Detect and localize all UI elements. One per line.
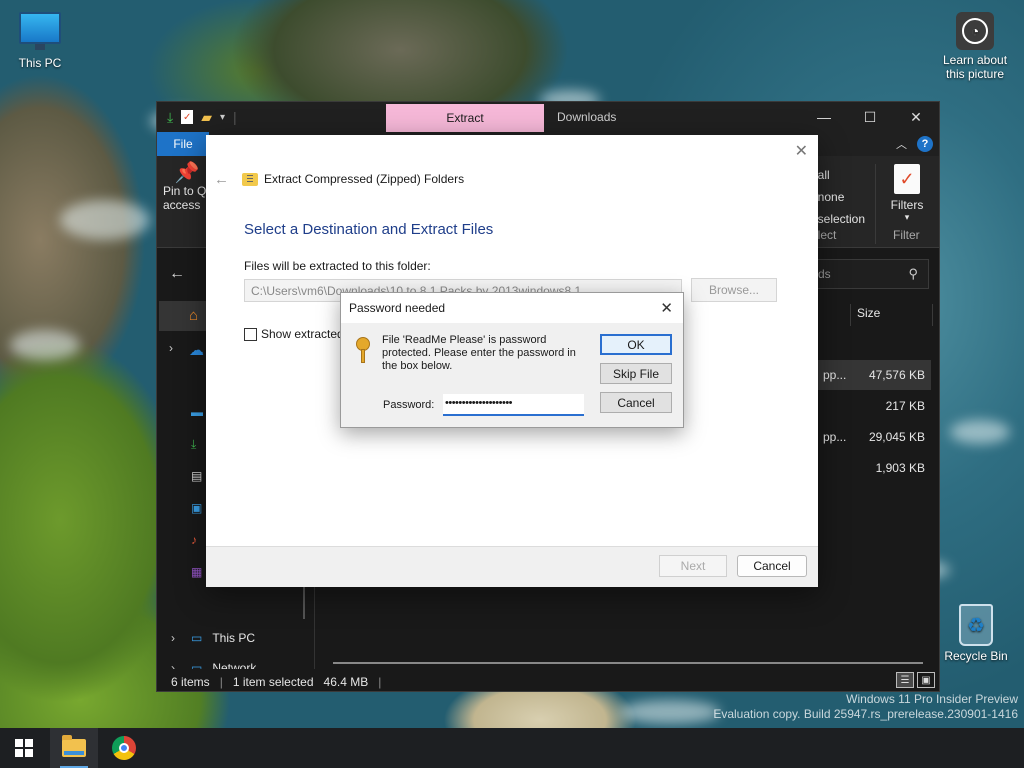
- invert-selection-button[interactable]: t selection: [811, 208, 865, 230]
- close-button[interactable]: ✕: [893, 102, 939, 132]
- window-title: Downloads: [557, 110, 617, 124]
- network-icon: ▭: [191, 661, 203, 669]
- next-button[interactable]: Next: [659, 555, 727, 577]
- pin-icon: 📌: [174, 162, 200, 184]
- wizard-footer: Next Cancel: [206, 546, 818, 587]
- downloads-folder-icon[interactable]: ⤓: [191, 437, 196, 452]
- filter-group-label: Filter: [893, 228, 920, 242]
- os-watermark: Windows 11 Pro Insider Preview Evaluatio…: [713, 692, 1018, 721]
- password-message: File 'ReadMe Please' is password protect…: [382, 334, 576, 372]
- ribbon-divider: [875, 164, 876, 244]
- file-row[interactable]: pp... 29,045 KB: [817, 422, 931, 452]
- music-folder-icon[interactable]: ♪: [191, 533, 197, 547]
- password-label: Password:: [383, 399, 435, 411]
- browse-button[interactable]: Browse...: [691, 278, 777, 302]
- nav-item-this-pc[interactable]: › ▭ This PC: [171, 631, 255, 645]
- camera-icon: ◔: [956, 12, 994, 50]
- password-dialog-titlebar: Password needed ✕: [341, 293, 683, 323]
- desktop-icon-recycle-bin[interactable]: ♻ Recycle Bin: [938, 604, 1014, 663]
- wizard-header: Extract Compressed (Zipped) Folders: [242, 172, 464, 186]
- pin-to-quick-access-button[interactable]: 📌 Pin to Q access: [163, 162, 211, 212]
- select-all-button[interactable]: t all: [811, 164, 865, 186]
- qat-dropdown-icon[interactable]: ▾: [220, 112, 225, 123]
- file-explorer-icon: [62, 735, 86, 757]
- selection-count: 1 item selected: [232, 675, 314, 689]
- destination-label: Files will be extracted to this folder:: [244, 259, 431, 273]
- tab-extract[interactable]: Extract: [386, 104, 544, 132]
- chevron-right-icon[interactable]: ›: [169, 341, 173, 355]
- wizard-title: Select a Destination and Extract Files: [244, 221, 494, 238]
- back-arrow-icon[interactable]: ←: [214, 171, 229, 188]
- select-none-button[interactable]: t none: [811, 186, 865, 208]
- title-bar: ⤓ ✓ ▰ ▾ | Extract Downloads — ☐ ✕: [157, 102, 939, 132]
- windows-logo-icon: [15, 739, 33, 757]
- filters-button[interactable]: ✓ Filters ▾: [877, 164, 937, 223]
- cancel-button[interactable]: Cancel: [737, 555, 807, 577]
- quick-access-toolbar: ⤓ ✓ ▰ ▾ |: [157, 102, 237, 132]
- tab-file[interactable]: File: [157, 132, 209, 156]
- search-icon: ⚲: [908, 266, 918, 281]
- monitor-icon: ▭: [191, 631, 203, 645]
- password-dialog: Password needed ✕ File 'ReadMe Please' i…: [340, 292, 684, 428]
- zip-folder-icon: [242, 172, 258, 186]
- password-input[interactable]: ••••••••••••••••••••: [443, 394, 584, 416]
- file-row[interactable]: 217 KB: [817, 391, 931, 421]
- minimize-button[interactable]: —: [801, 102, 847, 132]
- select-options: t all t none t selection: [811, 164, 865, 230]
- folder-icon[interactable]: ▰: [201, 109, 212, 126]
- desktop-icon-label: This PC: [18, 56, 62, 70]
- recycle-bin-icon: ♻: [959, 604, 993, 646]
- large-icons-view-icon[interactable]: ▣: [917, 672, 935, 688]
- search-input[interactable]: ds ⚲: [813, 259, 929, 289]
- taskbar-chrome[interactable]: [100, 728, 148, 768]
- desktop-icon-this-pc[interactable]: This PC: [2, 12, 78, 70]
- ok-button[interactable]: OK: [600, 334, 672, 355]
- collapse-ribbon-icon[interactable]: ︿: [896, 136, 907, 152]
- close-icon[interactable]: ✕: [660, 299, 673, 317]
- skip-file-button[interactable]: Skip File: [600, 363, 672, 384]
- column-header-size[interactable]: Size: [857, 306, 880, 320]
- item-count: 6 items: [171, 675, 210, 689]
- videos-folder-icon[interactable]: ▦: [191, 565, 202, 579]
- back-arrow-icon[interactable]: ←: [169, 265, 185, 283]
- checkbox-box[interactable]: [244, 327, 257, 341]
- pictures-folder-icon[interactable]: ▣: [191, 501, 202, 515]
- pin-label: Pin to Q access: [163, 184, 207, 212]
- onedrive-icon[interactable]: ☁: [189, 341, 204, 359]
- qat-separator: |: [233, 109, 237, 125]
- home-icon: ⌂: [189, 307, 199, 324]
- monitor-icon: [19, 12, 61, 50]
- file-row[interactable]: pp... 47,576 KB: [817, 360, 931, 390]
- desktop-icon-label: Recycle Bin: [944, 649, 1008, 663]
- horizontal-scrollbar[interactable]: [333, 662, 923, 664]
- chevron-right-icon: ›: [171, 631, 175, 645]
- file-row[interactable]: 1,903 KB: [817, 453, 931, 483]
- download-icon[interactable]: ⤓: [167, 109, 173, 126]
- details-view-icon[interactable]: ☰: [896, 672, 914, 688]
- status-bar: 6 items | 1 item selected 46.4 MB | ☰ ▣: [157, 672, 941, 692]
- close-icon[interactable]: ✕: [795, 141, 808, 161]
- documents-folder-icon[interactable]: ▤: [191, 469, 202, 483]
- taskbar-file-explorer[interactable]: [50, 728, 98, 768]
- filters-dropdown-icon: ▾: [904, 212, 910, 222]
- taskbar: [0, 728, 1024, 768]
- cancel-button[interactable]: Cancel: [600, 392, 672, 413]
- desktop-icon-label: Learn about this picture: [942, 53, 1008, 81]
- maximize-button[interactable]: ☐: [847, 102, 893, 132]
- properties-icon[interactable]: ✓: [181, 110, 194, 124]
- nav-item-network[interactable]: › ▭ Network: [171, 661, 256, 669]
- desktop-icon-learn-about-picture[interactable]: ◔ Learn about this picture: [936, 12, 1014, 81]
- chrome-icon: [112, 736, 136, 760]
- selection-size: 46.4 MB: [323, 675, 369, 689]
- show-extracted-checkbox[interactable]: Show extracted: [244, 327, 344, 341]
- key-icon: [356, 337, 370, 363]
- start-button[interactable]: [0, 728, 48, 768]
- filter-icon: ✓: [894, 164, 920, 194]
- desktop-folder-icon[interactable]: ▬: [191, 405, 203, 419]
- help-icon[interactable]: ?: [917, 136, 933, 152]
